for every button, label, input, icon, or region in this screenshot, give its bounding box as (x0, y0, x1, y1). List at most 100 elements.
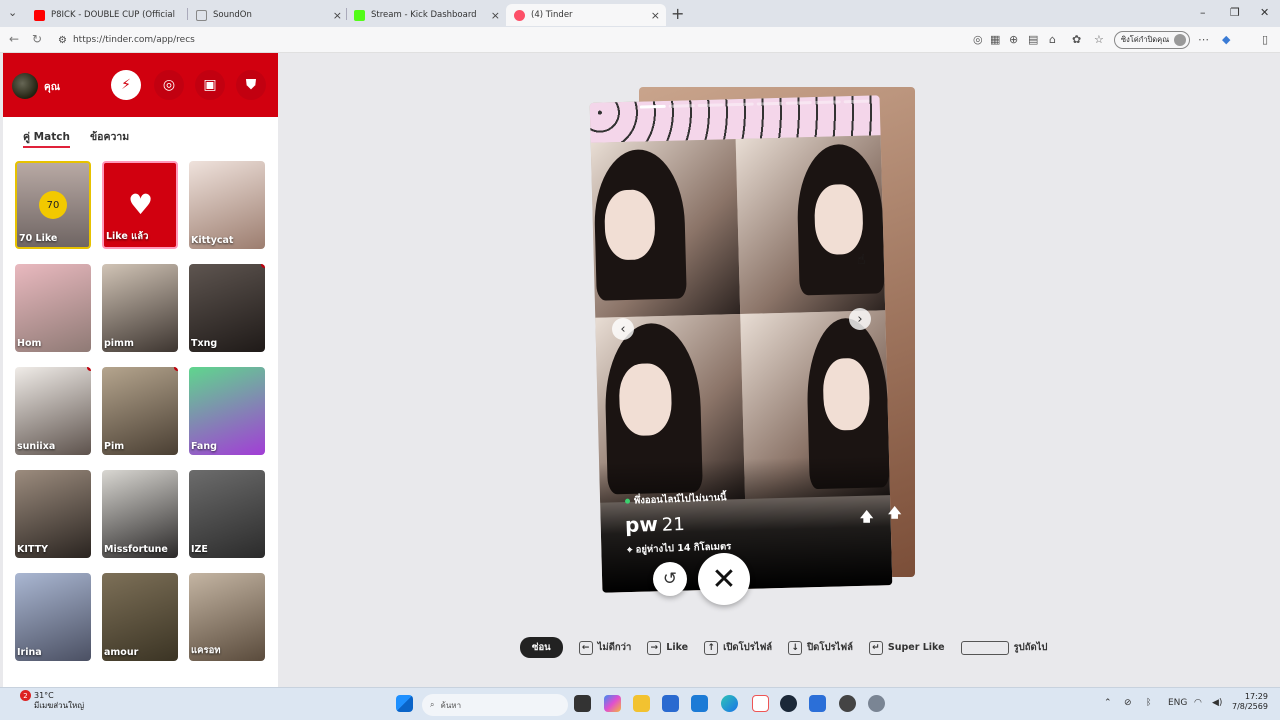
profile-button[interactable]: ซิงโค่กำปิดคุณ (1114, 31, 1190, 49)
app-icon[interactable] (752, 695, 769, 712)
close-tab-icon[interactable]: × (651, 9, 660, 22)
explore-button[interactable]: ◎ (154, 70, 184, 100)
hint-like-label: Like (666, 642, 689, 653)
browser-tab-kick[interactable]: Stream - Kick Dashboard × (346, 4, 506, 26)
language-indicator[interactable]: ENG (1168, 698, 1187, 708)
favorite-star-icon[interactable]: ☆ (1094, 33, 1104, 46)
match-card[interactable]: Pim (102, 367, 178, 455)
match-name: suniixa (17, 441, 56, 452)
chevron-left-icon: ‹ (620, 321, 626, 337)
username[interactable]: คุณ (44, 80, 60, 95)
browser-tab-tinder[interactable]: (4) Tinder × (506, 4, 666, 26)
windows-taskbar: 31°C มีเมฆส่วนใหญ่ 2 ⌕ ค้นหา ⌃ ⊘ ᛒ ENG ◠… (0, 687, 1280, 720)
tab-messages[interactable]: ข้อความ (90, 128, 129, 145)
back-icon[interactable]: ← (9, 32, 19, 46)
file-explorer-icon[interactable] (633, 695, 650, 712)
tab-matches[interactable]: คู่ Match (23, 128, 70, 148)
hint-like: → Like (647, 640, 689, 655)
tab-list-chevron-icon[interactable]: ⌄ (8, 6, 17, 19)
browser-tab-youtube[interactable]: P8ICK - DOUBLE CUP (Official (26, 4, 186, 26)
steam-icon[interactable] (780, 695, 797, 712)
search-placeholder: ค้นหา (440, 700, 462, 710)
safety-button[interactable]: ⛊ (236, 70, 266, 100)
match-card[interactable]: Hom (15, 264, 91, 352)
hint-super-like-label: Super Like (887, 642, 945, 653)
reload-icon[interactable]: ↻ (32, 32, 42, 46)
next-photo-button[interactable]: › (849, 308, 871, 330)
system-clock[interactable]: 17:29 7/8/2569 (1232, 692, 1268, 713)
new-tab-icon[interactable]: + (671, 4, 684, 23)
volume-icon[interactable]: ◀) (1212, 698, 1222, 708)
wifi-icon[interactable]: ◠ (1194, 698, 1202, 708)
zoom-icon[interactable]: ⊕ (1009, 33, 1018, 46)
match-card[interactable]: suniixa (15, 367, 91, 455)
match-card[interactable]: Missfortune (102, 470, 178, 558)
close-window-icon[interactable]: ✕ (1260, 6, 1269, 19)
more-menu-icon[interactable]: ⋯ (1198, 33, 1209, 46)
open-profile-button[interactable]: 🡅 (860, 508, 873, 530)
expand-info-icon[interactable]: 🡅 (888, 504, 901, 526)
location-pin-icon: ⌖ (626, 544, 633, 556)
hint-super-like: ↵ Super Like (868, 640, 945, 655)
match-card[interactable]: Txng (189, 264, 265, 352)
likes-you-card[interactable]: 70 70 Like (15, 161, 91, 249)
copilot-app-icon[interactable] (604, 695, 621, 712)
liked-label: Like แล้ว (106, 231, 149, 242)
browser-tab-soundon[interactable]: SoundOn × (188, 4, 348, 26)
task-view-icon[interactable] (574, 695, 591, 712)
hide-hints-button[interactable]: ซ่อน (520, 637, 563, 658)
minimize-icon[interactable]: – (1200, 6, 1206, 19)
nope-button[interactable]: ✕ (698, 553, 750, 605)
restore-icon[interactable]: ❐ (1230, 6, 1240, 19)
app-icon[interactable] (809, 695, 826, 712)
boost-button[interactable]: ⚡ (111, 70, 141, 100)
briefcase-icon: ▣ (203, 77, 217, 93)
taskbar-search[interactable]: ⌕ ค้นหา (422, 694, 568, 716)
tab-title: Stream - Kick Dashboard (371, 10, 477, 20)
up-arrow-key-icon: ↑ (704, 640, 719, 655)
match-name: IZE (191, 544, 208, 555)
url-field[interactable]: ⚙ https://tinder.com/app/recs (52, 30, 1102, 50)
hint-close-profile-label: ปิดโปรไฟล์ (807, 642, 853, 653)
close-tab-icon[interactable]: × (333, 9, 342, 22)
liked-sent-card[interactable]: ♥ Like แล้ว (102, 161, 178, 249)
store-icon[interactable] (662, 695, 679, 712)
close-tab-icon[interactable]: × (491, 9, 500, 22)
match-card[interactable]: Fang (189, 367, 265, 455)
previous-photo-button[interactable]: ‹ (612, 318, 634, 340)
edge-icon[interactable] (721, 695, 738, 712)
rewind-button[interactable]: ↺ (653, 562, 687, 596)
tray-chevron-icon[interactable]: ⌃ (1104, 698, 1112, 708)
match-card[interactable]: Irina (15, 573, 91, 661)
app-icon[interactable] (839, 695, 856, 712)
sidebar-toggle-icon[interactable]: ▯ (1262, 33, 1268, 46)
match-card[interactable]: IZE (189, 470, 265, 558)
read-mode-icon[interactable]: ▤ (1028, 33, 1038, 46)
match-card[interactable]: แครอท (189, 573, 265, 661)
settings-icon[interactable] (868, 695, 885, 712)
tinder-icon (514, 9, 525, 21)
match-name: Fang (191, 441, 217, 452)
match-name: amour (104, 647, 139, 658)
apps-icon[interactable]: ▦ (990, 33, 1000, 46)
network-tray-icon[interactable]: ⊘ (1124, 698, 1132, 708)
windows-start-icon[interactable] (396, 695, 413, 712)
url-text: https://tinder.com/app/recs (72, 35, 195, 45)
match-card[interactable]: KITTY (15, 470, 91, 558)
match-card[interactable]: amour (102, 573, 178, 661)
match-card[interactable]: pimm (102, 264, 178, 352)
site-info-icon[interactable]: ⚙ (58, 35, 67, 46)
compass-icon: ◎ (162, 77, 176, 93)
work-mode-button[interactable]: ▣ (195, 70, 225, 100)
shield-icon: ⛊ (245, 77, 257, 93)
weather-badge: 2 (20, 690, 31, 701)
location-icon[interactable]: ◎ (973, 33, 983, 46)
extensions-icon[interactable]: ✿ (1072, 33, 1081, 46)
copilot-icon[interactable]: ◆ (1222, 33, 1230, 46)
user-avatar[interactable] (12, 73, 38, 99)
match-name: Hom (17, 338, 42, 349)
match-card[interactable]: Kittycat (189, 161, 265, 249)
translate-icon[interactable]: ⌂ (1049, 33, 1056, 46)
bluetooth-icon[interactable]: ᛒ (1146, 698, 1151, 708)
outlook-icon[interactable] (691, 695, 708, 712)
